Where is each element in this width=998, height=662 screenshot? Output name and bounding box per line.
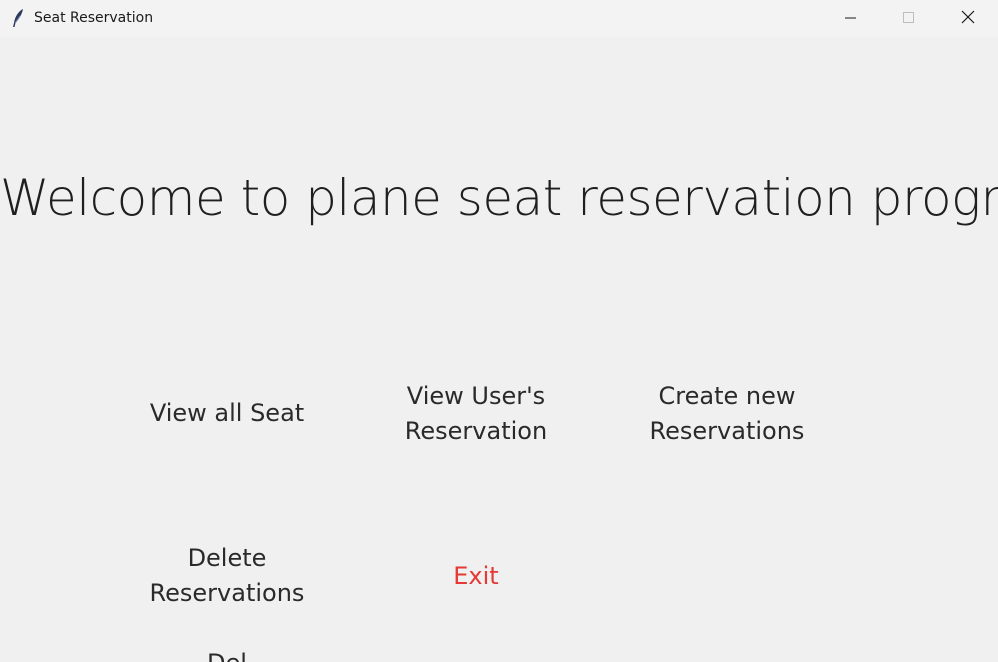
feather-icon xyxy=(10,8,26,28)
button-label-line2: Reservations xyxy=(149,579,305,607)
button-label-line2: Reservations xyxy=(649,417,805,445)
title-bar[interactable]: Seat Reservation xyxy=(0,0,998,37)
minimize-button[interactable] xyxy=(822,0,880,37)
close-button[interactable] xyxy=(938,0,998,37)
view-all-seat-button[interactable]: View all Seat xyxy=(127,396,327,431)
delete-reservations-button[interactable]: Delete Reservations xyxy=(127,541,327,611)
button-label-line1: View User's xyxy=(406,382,546,410)
button-label: Del xyxy=(127,646,327,662)
welcome-heading: Welcome to plane seat reservation progra… xyxy=(0,169,998,227)
view-user-reservation-button[interactable]: View User's Reservation xyxy=(376,379,576,449)
create-new-reservations-button[interactable]: Create new Reservations xyxy=(627,379,827,449)
button-label-line1: Create new xyxy=(658,382,796,410)
button-label-line2: Reservation xyxy=(404,417,548,445)
partially-visible-button[interactable]: Del xyxy=(127,646,327,662)
maximize-icon xyxy=(903,9,915,28)
exit-button[interactable]: Exit xyxy=(376,559,576,594)
maximize-button[interactable] xyxy=(880,0,938,37)
app-window: Seat Reservation Welcome to plane seat r… xyxy=(0,0,998,662)
window-title: Seat Reservation xyxy=(34,10,154,26)
minimize-icon xyxy=(845,9,857,28)
button-label-line1: Delete xyxy=(187,544,267,572)
button-label: View all Seat xyxy=(149,399,305,427)
close-icon xyxy=(961,9,975,28)
button-label: Exit xyxy=(453,562,499,590)
